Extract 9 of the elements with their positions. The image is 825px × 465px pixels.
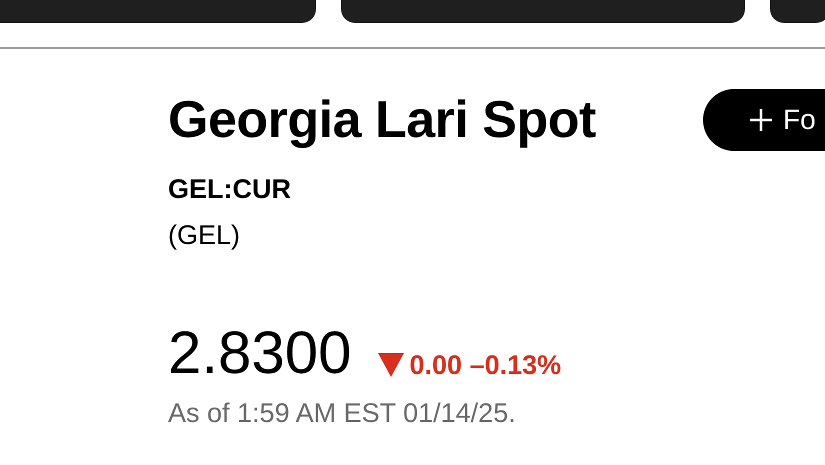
- timestamp: As of 1:59 AM EST 01/14/25.: [168, 397, 516, 429]
- ticker-symbol: GEL:CUR: [168, 173, 291, 205]
- page-title: Georgia Lari Spot: [168, 90, 596, 150]
- price-value: 2.8300: [168, 323, 352, 383]
- follow-button[interactable]: Fo: [703, 89, 825, 151]
- currency-code: (GEL): [168, 219, 240, 251]
- plus-icon: [749, 108, 773, 132]
- ticker-card[interactable]: [770, 0, 825, 23]
- price-change: 0.00 –0.13%: [410, 349, 562, 381]
